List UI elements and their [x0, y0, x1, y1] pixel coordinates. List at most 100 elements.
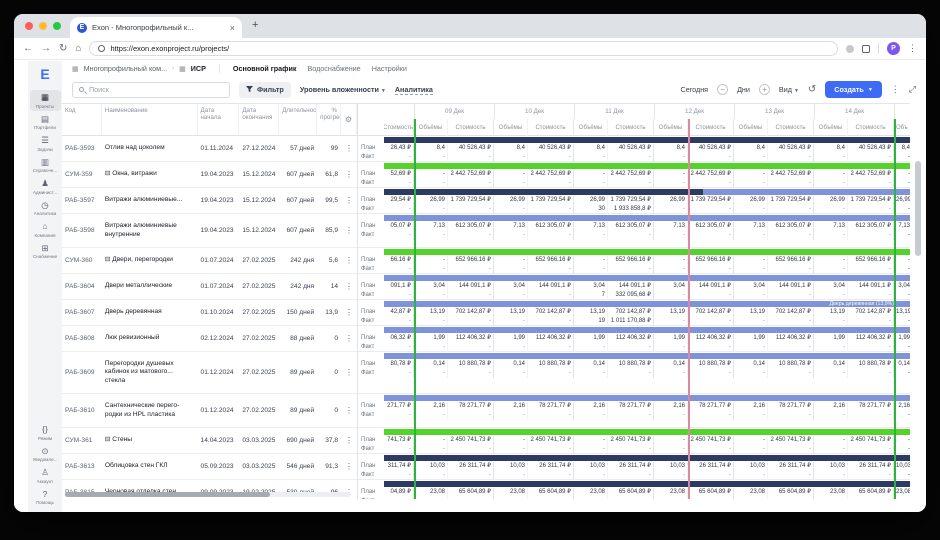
zoom-in-icon[interactable]: + [759, 84, 770, 95]
gantt-bar[interactable] [384, 215, 910, 221]
sidebar-item-supply[interactable]: ⊞Снабжение [30, 241, 61, 262]
gantt-bar[interactable] [384, 327, 910, 333]
tab-close-icon[interactable]: × [230, 23, 235, 33]
table-settings-gear-icon[interactable]: ⚙ [341, 104, 357, 135]
sidebar-item-analytics[interactable]: ◷Аналитика [30, 198, 61, 219]
table-row[interactable]: РАБ-3610Сантехнические перего­родки из H… [62, 394, 357, 428]
gantt-volume-value: - [814, 497, 848, 499]
table-row[interactable]: РАБ-3613Облицовка стен ГКЛ05.09.202303.0… [62, 454, 357, 480]
row-menu-icon[interactable]: ⋮ [341, 144, 357, 153]
toolbar-menu-icon[interactable]: ⋮ [891, 84, 900, 95]
row-name[interactable]: ⊟ Стены [102, 436, 198, 444]
analytics-link[interactable]: Аналитика [395, 85, 433, 95]
gantt-partial-volume-value: - [894, 497, 910, 499]
search-input[interactable]: Поиск [72, 82, 230, 98]
row-name[interactable]: ⊟ Двери, перегородки [102, 256, 198, 264]
row-menu-icon[interactable]: ⋮ [341, 368, 357, 377]
row-code: СУМ-359 [62, 171, 102, 178]
tab-Настройки[interactable]: Настройки [372, 64, 407, 73]
row-menu-icon[interactable]: ⋮ [341, 462, 357, 471]
gantt-volume-value: - [654, 256, 688, 265]
row-name[interactable]: ⊟ Окна, витражи [102, 170, 198, 178]
extensions-icon[interactable] [862, 45, 870, 53]
sidebar-item-portfolios[interactable]: ▤Портфели [30, 112, 61, 133]
app-logo[interactable]: E [40, 66, 49, 82]
table-row[interactable]: РАБ-3609Перегородки душевых кабинок из м… [62, 352, 357, 394]
nesting-level-button[interactable]: Уровень вложенности ▼ [300, 85, 386, 94]
table-row[interactable]: РАБ-3607Дверь деревянная01.10.202427.02.… [62, 300, 357, 326]
zoom-window-icon[interactable] [53, 22, 61, 30]
gantt-bar-plan[interactable] [703, 189, 910, 195]
reload-icon[interactable]: ↻ [59, 43, 67, 54]
table-row[interactable]: РАБ-3593Отлив над цоколем01.11.202427.12… [62, 136, 357, 162]
tab-Основной график[interactable]: Основной график [233, 64, 297, 73]
row-menu-icon[interactable]: ⋮ [341, 308, 357, 317]
tab-Водоснабжение[interactable]: Водоснабжение [307, 64, 360, 73]
gantt-bar[interactable] [384, 395, 910, 401]
gantt-bar[interactable] [384, 429, 910, 435]
history-icon[interactable]: ↺ [808, 84, 816, 95]
gantt-bar[interactable] [384, 481, 910, 487]
row-menu-icon[interactable]: ⋮ [341, 436, 357, 445]
today-button[interactable]: Сегодня [681, 85, 709, 94]
gantt-bar[interactable]: Дверь деревянная (13,9%) [384, 301, 910, 307]
sidebar-item-tasks[interactable]: ☰Задачи [30, 133, 61, 154]
table-row[interactable]: СУМ-360⊟ Двери, перегородки01.07.202427.… [62, 248, 357, 274]
sidebar-item-reference[interactable]: ▥Справочн... [30, 155, 61, 176]
home-icon[interactable]: ⌂ [75, 43, 81, 54]
row-menu-icon[interactable]: ⋮ [341, 170, 357, 179]
site-info-icon[interactable] [98, 45, 105, 52]
vertical-scrollbar[interactable] [915, 161, 921, 256]
sidebar-item-projects[interactable]: ▦Проекты [30, 90, 61, 111]
extension-dot-icon[interactable] [846, 45, 854, 53]
view-button[interactable]: Вид ▼ [779, 85, 799, 94]
filter-button[interactable]: Фильтр [239, 82, 291, 98]
gantt-bar[interactable] [384, 163, 910, 169]
sidebar-item-admin[interactable]: ♟Админист... [30, 176, 61, 197]
breadcrumb-project[interactable]: Многопрофильный ком... [84, 64, 167, 73]
gantt-bar[interactable] [384, 275, 910, 281]
zoom-out-icon[interactable]: − [717, 84, 728, 95]
gantt-partial-cost-header: Стоимость [384, 119, 414, 136]
gantt-bar[interactable] [384, 137, 910, 143]
table-row[interactable]: РАБ-3597Витражи алюминиевые...19.04.2023… [62, 188, 357, 214]
row-menu-icon[interactable]: ⋮ [341, 334, 357, 343]
create-button[interactable]: Создать ▼ [825, 81, 882, 98]
gantt-date-label: 09 Дек [414, 104, 494, 119]
address-bar[interactable]: https://exon.exonproject.ru/projects/ [89, 41, 838, 56]
profile-avatar[interactable]: P [887, 42, 900, 55]
horizontal-scrollbar[interactable] [65, 492, 351, 497]
gantt-bar[interactable] [384, 249, 910, 255]
fullscreen-icon[interactable]: ⤢ [909, 84, 916, 95]
row-progress: 14 [317, 283, 341, 290]
sidebar-item-mode[interactable]: {}Режим [30, 422, 61, 443]
new-tab-icon[interactable]: + [252, 19, 258, 31]
sidebar-item-company[interactable]: ⌂Компания [30, 219, 61, 240]
table-row[interactable]: СУМ-359⊟ Окна, витражи19.04.202315.12.20… [62, 162, 357, 188]
row-menu-icon[interactable]: ⋮ [341, 256, 357, 265]
sidebar-item-help[interactable]: ?Помощь [30, 487, 61, 508]
row-menu-icon[interactable]: ⋮ [341, 226, 357, 235]
gantt-bar-fact[interactable] [384, 189, 703, 195]
row-menu-icon[interactable]: ⋮ [341, 282, 357, 291]
forward-icon[interactable]: → [41, 43, 51, 54]
time-unit-label[interactable]: Дни [737, 85, 750, 94]
row-menu-icon[interactable]: ⋮ [341, 406, 357, 415]
table-row[interactable]: РАБ-3598Витражи алюминиевые внутренние19… [62, 214, 357, 248]
gantt-bar[interactable] [384, 455, 910, 461]
table-row[interactable]: РАБ-3604Двери металлические01.07.202427.… [62, 274, 357, 300]
gantt-bar[interactable] [384, 353, 910, 359]
table-row[interactable]: СУМ-361⊟ Стены14.04.202303.03.2025690 дн… [62, 428, 357, 454]
sidebar-item-notifications[interactable]: ⊙Уведомле... [30, 444, 61, 465]
close-window-icon[interactable] [25, 22, 33, 30]
row-code: РАБ-3593 [62, 145, 102, 152]
sidebar-item-account[interactable]: ♙Аккаунт [30, 465, 61, 486]
minimize-window-icon[interactable] [39, 22, 47, 30]
gantt-partial-volume-value: - [894, 170, 910, 179]
browser-menu-icon[interactable]: ⋮ [908, 43, 917, 54]
back-icon[interactable]: ← [23, 43, 33, 54]
browser-tab[interactable]: E Exon - Многопрофильный к... × [70, 17, 242, 38]
scrollbar-thumb[interactable] [65, 492, 270, 497]
table-row[interactable]: РАБ-3608Люк ревизионный02.12.202427.02.2… [62, 326, 357, 352]
row-menu-icon[interactable]: ⋮ [341, 196, 357, 205]
